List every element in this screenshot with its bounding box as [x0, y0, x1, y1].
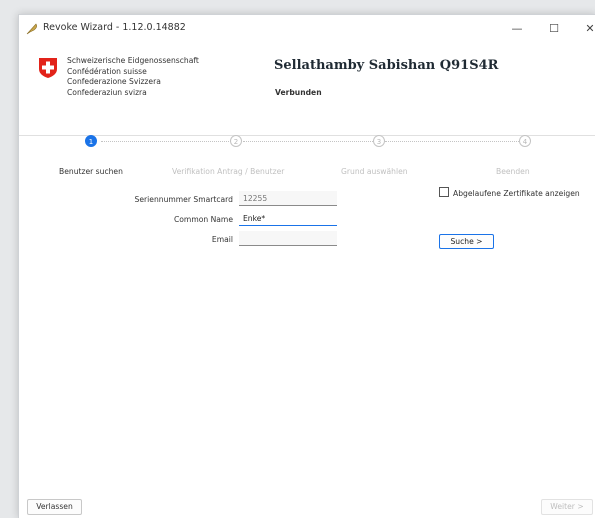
step-3-indicator: 3 [373, 135, 385, 147]
common-name-label: Common Name [173, 215, 233, 224]
serial-label: Seriennummer Smartcard [134, 195, 233, 204]
show-expired-checkbox[interactable] [439, 187, 449, 197]
step-connector [385, 141, 519, 142]
step-connector [101, 141, 231, 142]
name-fr: Confédération suisse [67, 66, 147, 76]
wizard-stepper: 1 2 3 4 Benutzer suchen Verifikation Ant… [19, 135, 595, 180]
next-button[interactable]: Weiter > [541, 499, 593, 515]
step-2-indicator: 2 [230, 135, 242, 147]
show-expired-option[interactable]: Abgelaufene Zertifikate anzeigen [439, 187, 580, 198]
common-name-input[interactable] [239, 211, 337, 226]
step-3-label: Grund auswählen [341, 167, 408, 176]
step-4-label: Beenden [496, 167, 530, 176]
step-1-indicator: 1 [85, 135, 97, 147]
step-4-indicator: 4 [519, 135, 531, 147]
close-button[interactable]: ✕ [577, 19, 595, 39]
app-feather-icon [26, 23, 37, 35]
header-banner: Schweizerische Eidgenossenschaft Confédé… [19, 43, 595, 136]
confederation-names: Schweizerische Eidgenossenschaft Confédé… [67, 56, 199, 98]
wizard-window: Revoke Wizard - 1.12.0.14882 — ☐ ✕ Schwe… [18, 14, 595, 518]
name-rm: Confederaziun svizra [67, 87, 147, 97]
serial-input[interactable] [239, 191, 337, 206]
step-1-label: Benutzer suchen [59, 167, 123, 176]
user-name: Sellathamby Sabishan Q91S4R [274, 58, 499, 73]
swiss-flag-icon [39, 58, 57, 78]
minimize-button[interactable]: — [504, 19, 530, 39]
title-bar: Revoke Wizard - 1.12.0.14882 — ☐ ✕ [19, 15, 595, 43]
maximize-button[interactable]: ☐ [541, 19, 567, 39]
search-button[interactable]: Suche > [439, 234, 494, 249]
step-2-label: Verifikation Antrag / Benutzer [172, 167, 285, 176]
email-input[interactable] [239, 231, 337, 246]
show-expired-label: Abgelaufene Zertifikate anzeigen [453, 189, 580, 198]
connection-status: Verbunden [275, 88, 322, 97]
window-title: Revoke Wizard - 1.12.0.14882 [43, 22, 186, 33]
name-it: Confederazione Svizzera [67, 77, 161, 86]
step-connector [243, 141, 373, 142]
name-de: Schweizerische Eidgenossenschaft [67, 56, 199, 65]
email-label: Email [211, 235, 233, 244]
exit-button[interactable]: Verlassen [27, 499, 82, 515]
